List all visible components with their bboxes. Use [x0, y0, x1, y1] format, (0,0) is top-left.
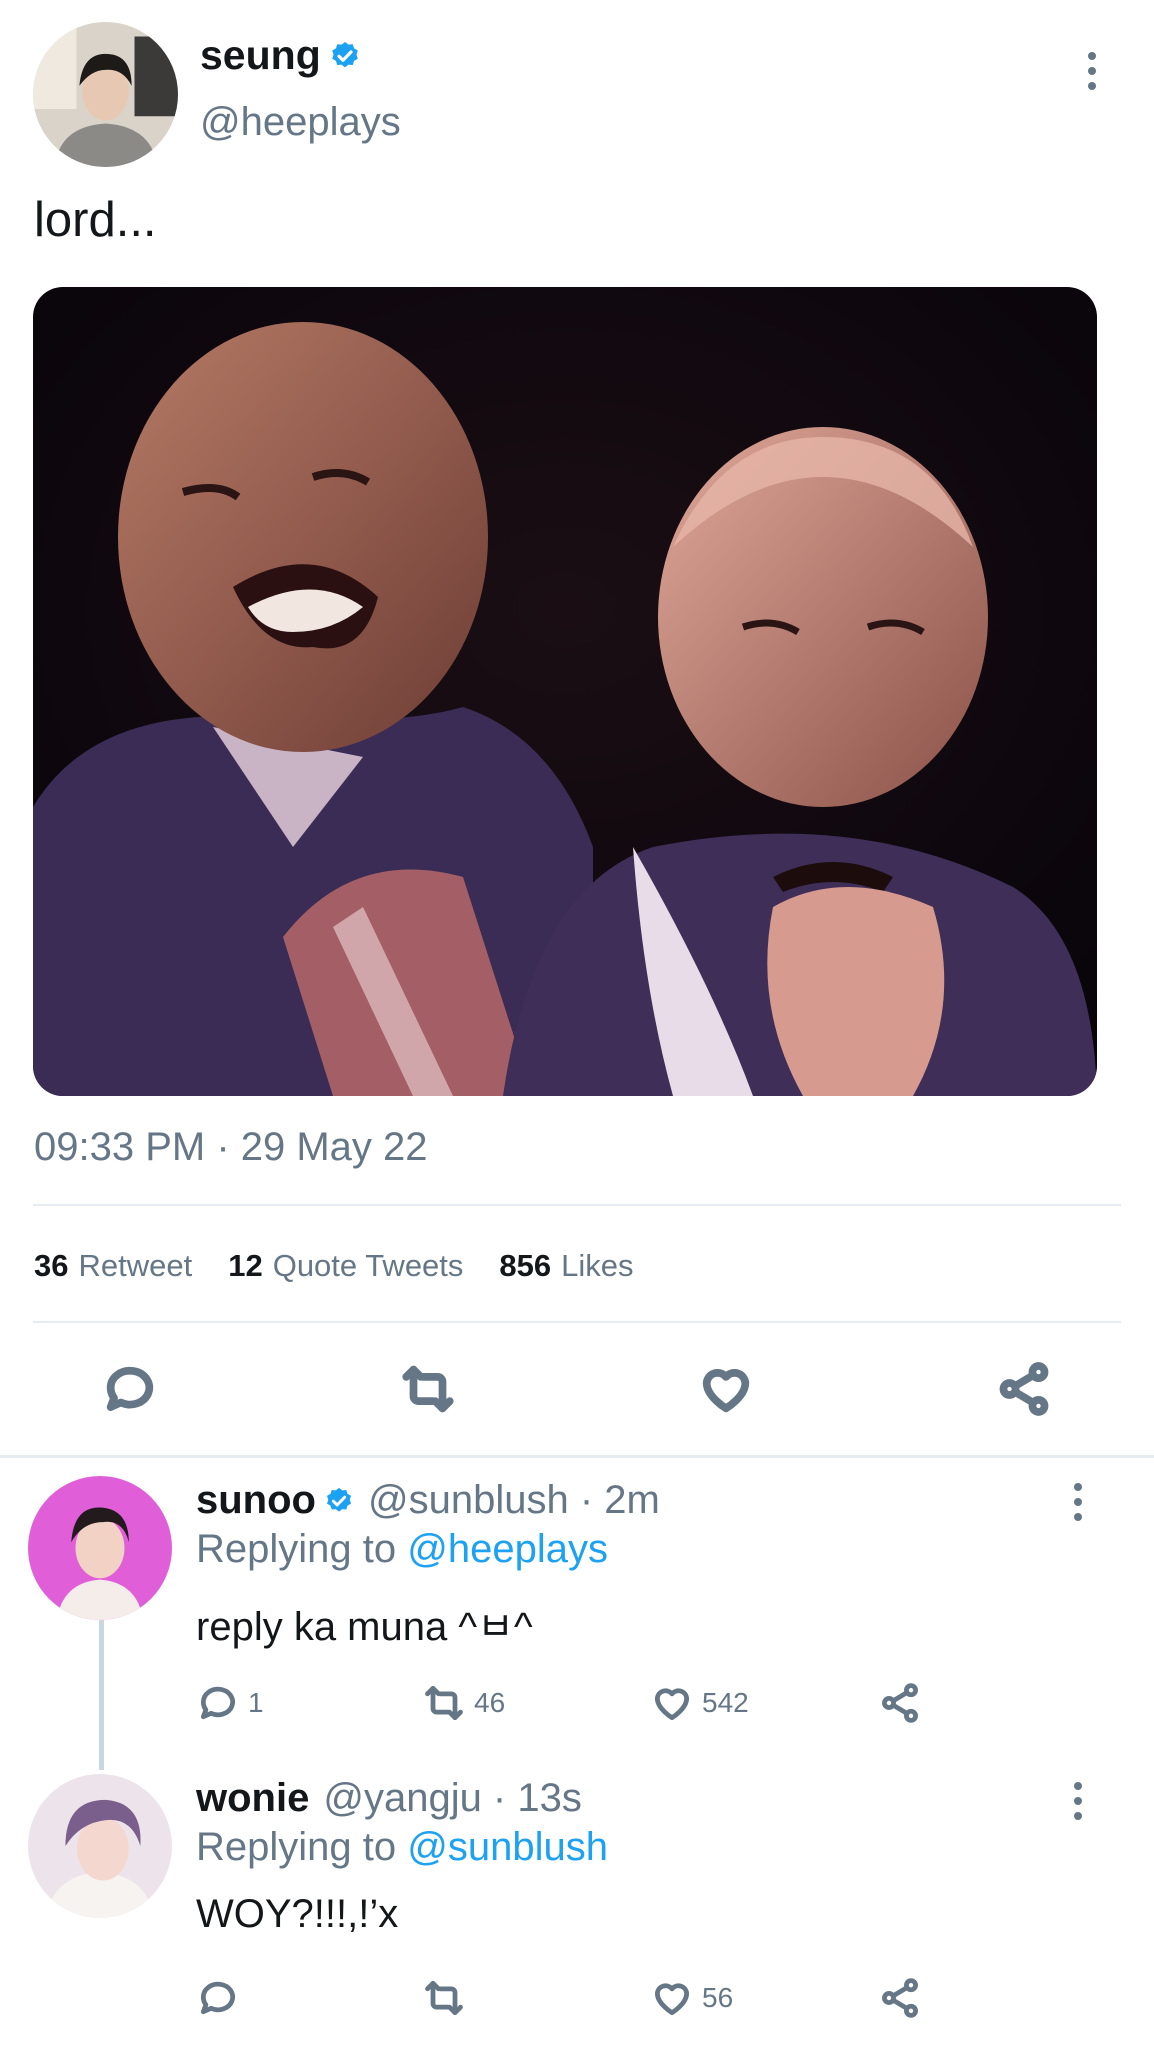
like-icon: [654, 1983, 690, 2016]
retweet-icon[interactable]: [398, 1359, 458, 1419]
reply-action-share[interactable]: [878, 1976, 922, 2020]
replying-to-line: Replying to @heeplays: [196, 1527, 608, 1572]
tweet-timestamp[interactable]: 09:33 PM · 29 May 22: [34, 1125, 428, 1170]
reply-icon: [200, 1981, 235, 2015]
more-options-icon[interactable]: [1082, 52, 1102, 90]
verified-badge-icon: [326, 1487, 351, 1512]
replying-to-line: Replying to @sunblush: [196, 1825, 608, 1870]
like-icon[interactable]: [696, 1359, 756, 1419]
retweet-count: 46: [474, 1687, 506, 1718]
share-icon: [882, 1683, 918, 1723]
reply-count: 1: [248, 1687, 264, 1718]
reply-icon[interactable]: [100, 1359, 160, 1419]
likes-label: Likes: [561, 1248, 634, 1283]
quote-label: Quote Tweets: [272, 1248, 464, 1283]
reply-header: sunoo @sunblush · 2m: [196, 1478, 660, 1523]
like-icon: [654, 1688, 690, 1721]
share-icon: [882, 1978, 918, 2018]
retweet-stat[interactable]: 36 Retweet: [34, 1248, 192, 1284]
reply-action-like[interactable]: 56: [650, 1976, 733, 2020]
reply-author-handle[interactable]: @yangju · 13s: [323, 1776, 582, 1821]
reply-author-name[interactable]: wonie: [196, 1776, 309, 1821]
tweet-media-image[interactable]: [33, 287, 1097, 1096]
tweet-stats: 36 Retweet 12 Quote Tweets 856 Likes: [34, 1248, 634, 1284]
reply-text: WOY?!!!,!’x: [196, 1892, 399, 1936]
section-divider: [0, 1455, 1154, 1458]
divider: [33, 1321, 1121, 1323]
more-options-icon[interactable]: [1068, 1483, 1088, 1521]
reply-action-reply[interactable]: 1: [196, 1681, 264, 1725]
likes-stat[interactable]: 856 Likes: [499, 1248, 633, 1284]
replying-to-link[interactable]: @sunblush: [407, 1825, 608, 1869]
quote-count: 12: [228, 1248, 263, 1283]
reply-action-like[interactable]: 542: [650, 1681, 749, 1725]
replying-to-prefix: Replying to: [196, 1527, 397, 1571]
divider: [33, 1204, 1121, 1206]
retweet-icon: [425, 1980, 463, 2016]
reply-text: reply ka muna ^ㅂ^: [196, 1605, 533, 1649]
author-name-text[interactable]: seung: [200, 32, 321, 79]
retweet-icon: [425, 1685, 463, 1721]
more-options-icon[interactable]: [1068, 1782, 1088, 1820]
reply-author-name[interactable]: sunoo: [196, 1478, 316, 1523]
reply-icon: [200, 1686, 235, 1720]
thread-connector-line: [99, 1620, 104, 1770]
replying-to-prefix: Replying to: [196, 1825, 397, 1869]
likes-count: 856: [499, 1248, 552, 1283]
reply-avatar[interactable]: [28, 1774, 172, 1918]
like-count: 542: [702, 1687, 749, 1718]
author-avatar[interactable]: [33, 22, 178, 167]
author-handle[interactable]: @heeplays: [200, 100, 401, 145]
reply-avatar[interactable]: [28, 1476, 172, 1620]
replying-to-link[interactable]: @heeplays: [407, 1527, 608, 1571]
reply-author-handle[interactable]: @sunblush · 2m: [368, 1478, 660, 1523]
retweet-label: Retweet: [78, 1248, 193, 1283]
verified-badge-icon: [331, 41, 358, 67]
reply-action-reply[interactable]: [196, 1976, 248, 2020]
reply-header: wonie @yangju · 13s: [196, 1776, 582, 1821]
share-icon[interactable]: [994, 1359, 1054, 1419]
quote-stat[interactable]: 12 Quote Tweets: [228, 1248, 463, 1284]
reply-action-share[interactable]: [878, 1681, 922, 1725]
retweet-count: 36: [34, 1248, 69, 1283]
reply-action-retweet[interactable]: [422, 1976, 474, 2020]
tweet-text: lord...: [34, 193, 157, 247]
author-name[interactable]: seung: [200, 32, 361, 79]
reply-action-retweet[interactable]: 46: [422, 1681, 505, 1725]
like-count: 56: [702, 1982, 734, 2013]
